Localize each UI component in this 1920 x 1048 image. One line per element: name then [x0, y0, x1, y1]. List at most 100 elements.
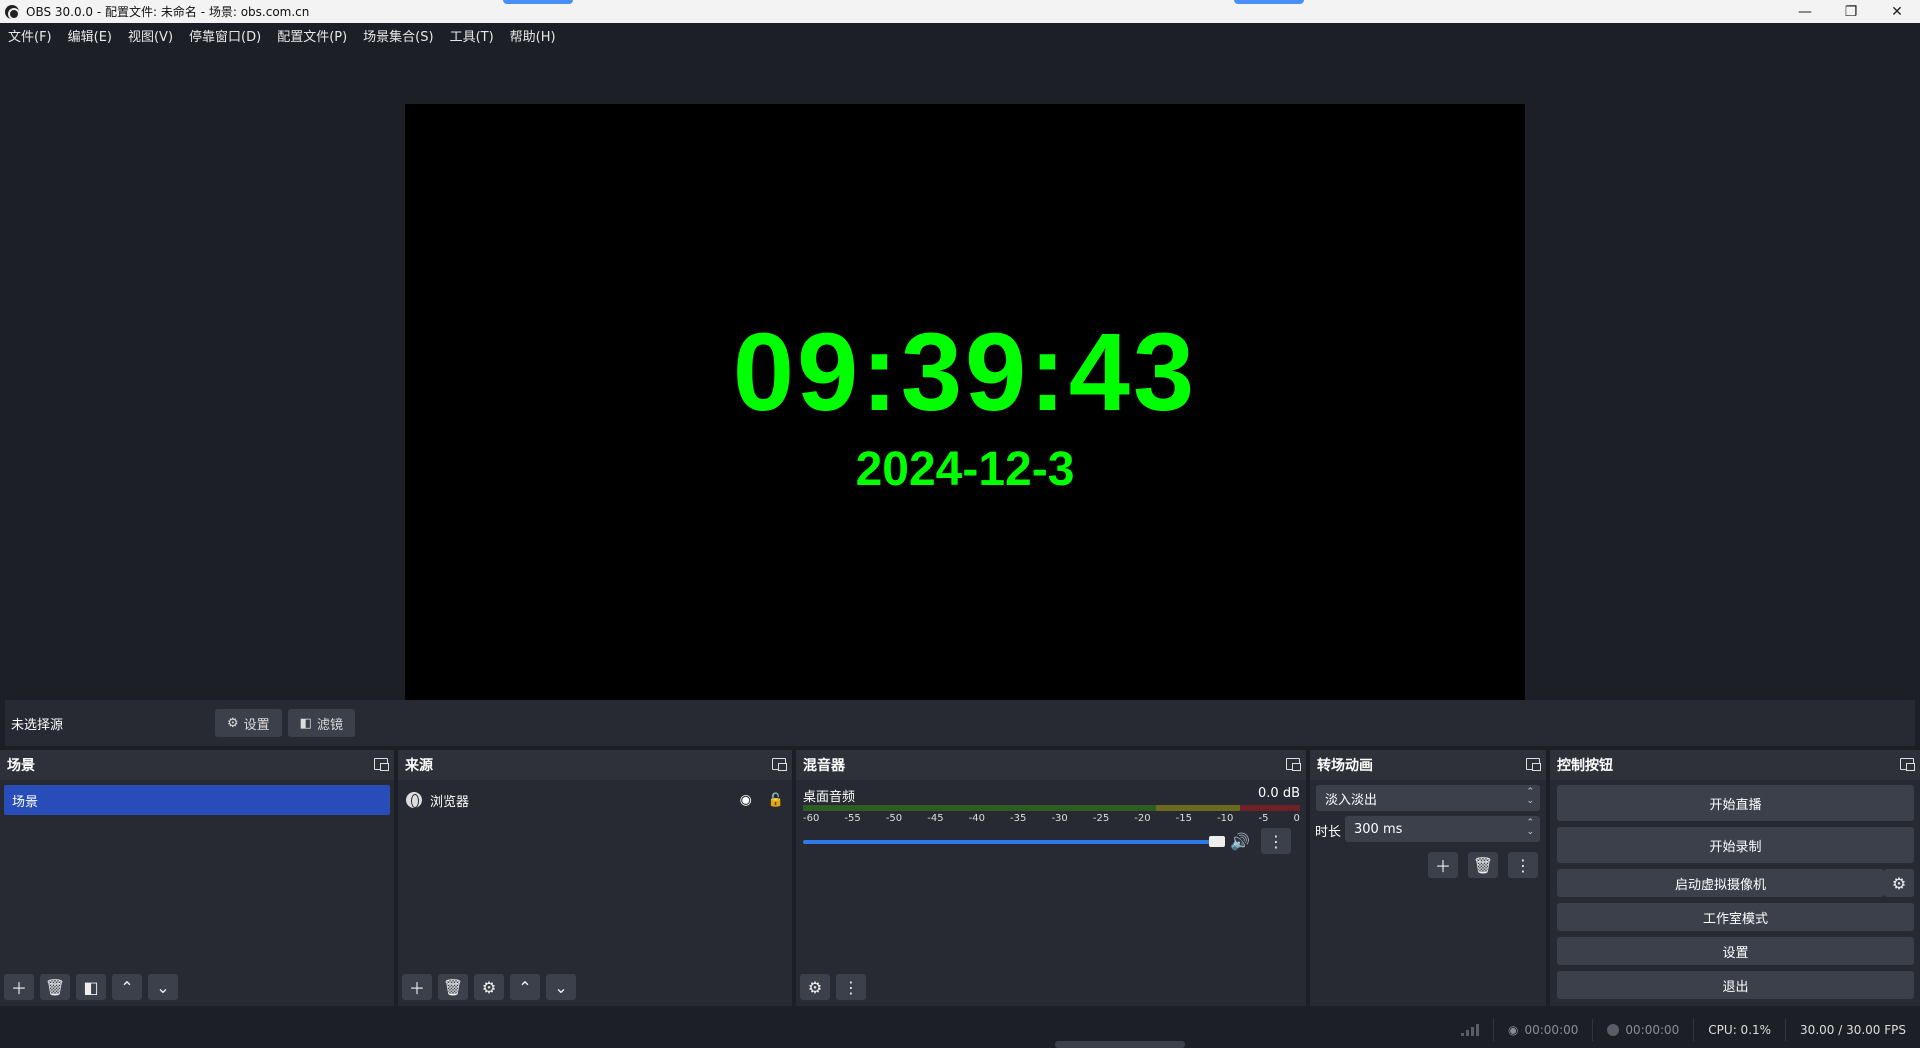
scenes-dock: 场景 场景 ＋ 🗑 ◧ ⌃ ⌄ [0, 750, 394, 1006]
undock-icon[interactable] [1526, 758, 1541, 771]
horizontal-scrollbar[interactable] [1055, 1041, 1185, 1048]
stream-timer: 00:00:00 [1524, 1023, 1579, 1037]
title-bar: OBS 30.0.0 - 配置文件: 未命名 - 场景: obs.com.cn … [0, 0, 1920, 23]
kebab-menu-icon: ⋮ [843, 977, 859, 997]
meter-ticks: -60 -55 -50 -45 -40 -35 -30 -25 -20 -15 … [803, 813, 1300, 827]
volume-slider-handle[interactable] [1209, 836, 1225, 847]
start-recording-button[interactable]: 开始录制 [1557, 827, 1914, 863]
record-dot-icon [1607, 1024, 1620, 1036]
dropdown-arrows-icon: ⌃ ⌄ [1526, 787, 1534, 806]
sources-dock-header: 来源 [398, 750, 792, 780]
scene-list-item[interactable]: 场景 [4, 785, 390, 815]
obs-logo-icon [5, 4, 20, 20]
meter-tick: -5 [1258, 813, 1269, 824]
remove-transition-button[interactable]: 🗑 [1468, 852, 1498, 878]
undock-icon[interactable] [374, 758, 389, 771]
scenes-dock-title: 场景 [7, 758, 35, 774]
network-status [1447, 1019, 1493, 1041]
filter-icon: ◧ [83, 977, 99, 997]
sources-dock: 来源 浏览器 ◉ 🔓 ＋ 🗑 ⚙ ⌃ ⌄ [398, 750, 792, 1006]
preview-clock: 09:39:43 [732, 310, 1198, 434]
meter-tick: 0 [1293, 813, 1300, 824]
menu-profile[interactable]: 配置文件(P) [269, 26, 355, 45]
broadcast-icon: ◉ [1508, 1023, 1519, 1037]
status-bar: ◉ 00:00:00 00:00:00 CPU: 0.1% 30.00 / 30… [0, 1012, 1920, 1048]
menu-edit[interactable]: 编辑(E) [60, 26, 120, 45]
preview-area: 09:39:43 2024-12-3 [5, 47, 1915, 734]
duration-label: 时长 [1315, 825, 1342, 840]
studio-mode-button[interactable]: 工作室模式 [1557, 903, 1914, 931]
preview-canvas[interactable]: 09:39:43 2024-12-3 [405, 104, 1525, 734]
start-streaming-button[interactable]: 开始直播 [1557, 785, 1914, 821]
controls-dock: 控制按钮 开始直播 开始录制 启动虚拟摄像机 ⚙ 工作室模式 设置 退出 [1550, 750, 1920, 1006]
transitions-dock-title: 转场动画 [1317, 758, 1373, 774]
virtual-camera-settings-button[interactable]: ⚙ [1884, 869, 1914, 897]
menu-docks[interactable]: 停靠窗口(D) [181, 26, 269, 45]
stream-status: ◉ 00:00:00 [1493, 1019, 1592, 1041]
volume-meter [803, 805, 1300, 811]
no-source-selected-label: 未选择源 [11, 717, 64, 733]
duration-value: 300 ms [1354, 821, 1403, 837]
menu-view[interactable]: 视图(V) [120, 26, 181, 45]
exit-button[interactable]: 退出 [1557, 971, 1914, 999]
remove-scene-button[interactable]: 🗑 [40, 974, 70, 1000]
mixer-dock-header: 混音器 [796, 750, 1306, 780]
volume-slider-track[interactable] [803, 840, 1215, 844]
cpu-usage: CPU: 0.1% [1693, 1019, 1785, 1041]
meter-tick: -35 [1010, 813, 1027, 824]
plus-icon: ＋ [1434, 857, 1451, 876]
mixer-menu-button[interactable]: ⋮ [836, 974, 866, 1000]
add-scene-button[interactable]: ＋ [4, 974, 34, 1000]
undock-icon[interactable] [772, 758, 787, 771]
source-filters-label: 滤镜 [316, 717, 343, 733]
transition-select[interactable]: 淡入淡出 ⌃ ⌄ [1316, 785, 1540, 811]
chevron-up-icon: ⌃ [120, 977, 134, 997]
scene-filters-button[interactable]: ◧ [76, 974, 106, 1000]
menu-scene-collection[interactable]: 场景集合(S) [355, 26, 441, 45]
menu-file[interactable]: 文件(F) [0, 26, 60, 45]
source-toolbar: 未选择源 ⚙ 设置 ◧ 滤镜 [5, 700, 1915, 746]
source-settings-button[interactable]: ⚙ 设置 [215, 709, 282, 737]
meter-tick: -10 [1217, 813, 1234, 824]
speaker-icon[interactable]: 🔊 [1230, 832, 1250, 851]
plus-icon: ＋ [10, 979, 27, 998]
duration-spinbox[interactable]: 300 ms ⌃ ⌄ [1345, 816, 1540, 842]
start-virtual-camera-button[interactable]: 启动虚拟摄像机 [1557, 869, 1884, 897]
menu-help[interactable]: 帮助(H) [502, 26, 564, 45]
settings-button[interactable]: 设置 [1557, 937, 1914, 965]
meter-tick: -45 [927, 813, 944, 824]
gears-icon: ⚙ [807, 977, 823, 997]
scenes-dock-header: 场景 [0, 750, 394, 780]
undock-icon[interactable] [1286, 758, 1301, 771]
move-scene-up-button[interactable]: ⌃ [112, 974, 142, 1000]
remove-source-button[interactable]: 🗑 [438, 974, 468, 1000]
meter-tick: -25 [1092, 813, 1110, 824]
mixer-channel-menu-button[interactable]: ⋮ [1261, 828, 1291, 854]
minimize-button[interactable]: — [1782, 0, 1828, 23]
undock-icon[interactable] [1900, 758, 1915, 771]
source-list-item[interactable]: 浏览器 ◉ 🔓 [406, 789, 784, 811]
mixer-channel-level: 0.0 dB [1258, 786, 1300, 801]
sources-dock-title: 来源 [405, 758, 433, 774]
source-filters-button[interactable]: ◧ 滤镜 [287, 709, 355, 737]
close-button[interactable]: ✕ [1874, 0, 1920, 23]
lock-icon[interactable]: 🔓 [768, 793, 784, 808]
move-source-up-button[interactable]: ⌃ [510, 974, 540, 1000]
menu-tools[interactable]: 工具(T) [442, 26, 502, 45]
chevron-down-icon: ⌄ [554, 977, 568, 997]
mixer-dock: 混音器 桌面音频 0.0 dB -60 -55 -50 -45 -40 -35 … [796, 750, 1306, 1006]
transition-menu-button[interactable]: ⋮ [1508, 852, 1538, 878]
source-settings-label: 设置 [243, 717, 270, 733]
advanced-audio-button[interactable]: ⚙ [800, 974, 830, 1000]
maximize-button[interactable]: ❐ [1828, 0, 1874, 23]
move-source-down-button[interactable]: ⌄ [546, 974, 576, 1000]
add-transition-button[interactable]: ＋ [1428, 852, 1458, 878]
kebab-menu-icon: ⋮ [1515, 855, 1531, 875]
eye-icon[interactable]: ◉ [740, 792, 752, 808]
move-scene-down-button[interactable]: ⌄ [148, 974, 178, 1000]
add-source-button[interactable]: ＋ [402, 974, 432, 1000]
meter-tick: -30 [1051, 813, 1068, 824]
source-properties-button[interactable]: ⚙ [474, 974, 504, 1000]
preview-date: 2024-12-3 [855, 442, 1075, 496]
tab-hint-right [1234, 0, 1304, 4]
